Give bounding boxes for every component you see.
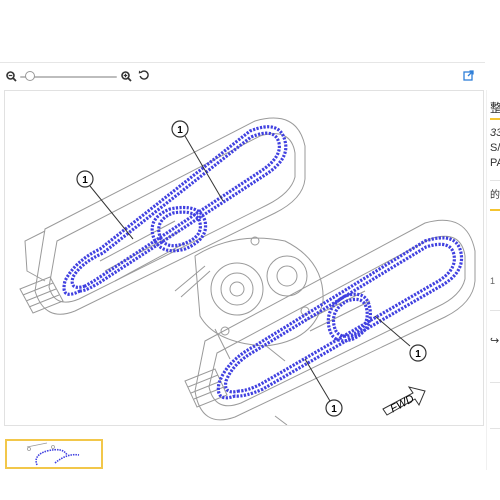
panel-text-line2: S/ (490, 142, 500, 154)
panel-text-line1: 33 (490, 127, 500, 139)
rear-inner-chain-inner (157, 210, 202, 248)
image-toolbar (0, 62, 485, 89)
diagram-thumbnail[interactable] (5, 439, 103, 469)
svg-text:FWD: FWD (388, 393, 416, 415)
open-external-icon[interactable] (463, 70, 474, 83)
panel-item-number: 1 (490, 276, 496, 286)
panel-text-line3: PA (490, 157, 500, 169)
callout-1c[interactable]: 1 (409, 344, 427, 362)
panel-tab[interactable]: 的 (490, 186, 500, 201)
panel-title-underline (490, 118, 500, 120)
svg-text:1: 1 (82, 175, 88, 186)
panel-divider-4 (490, 428, 500, 429)
part-info-panel: 整 33 S/ PA 的 1 ↪ (486, 90, 500, 470)
panel-title: 整 (490, 101, 500, 115)
zoom-in-icon[interactable] (121, 71, 132, 84)
rear-outer-chain (62, 125, 288, 296)
fwd-arrow: FWD (382, 386, 426, 416)
svg-text:1: 1 (331, 404, 337, 415)
zoom-out-icon[interactable] (6, 71, 17, 84)
front-outer-chain-inner (223, 242, 456, 394)
parts-diagram-viewer[interactable]: 1 1 1 1 FWD (4, 90, 484, 426)
callout-1b[interactable]: 1 (76, 170, 94, 188)
exploded-view-diagram: 1 1 1 1 FWD (19, 117, 476, 425)
callout-1a[interactable]: 1 (171, 120, 189, 138)
callout-1d[interactable]: 1 (325, 399, 343, 417)
share-arrow-icon[interactable]: ↪ (490, 334, 499, 347)
zoom-slider-handle[interactable] (25, 71, 35, 81)
svg-text:1: 1 (177, 125, 183, 136)
panel-tab-underline (490, 209, 500, 211)
zoom-slider[interactable] (20, 71, 117, 81)
rear-chain-case (34, 117, 306, 315)
panel-divider-2 (490, 310, 500, 311)
panel-divider-3 (490, 382, 500, 383)
svg-text:1: 1 (415, 349, 421, 360)
center-differential (194, 237, 324, 347)
front-outer-chain (216, 236, 464, 400)
rear-outer-chain-inner (70, 131, 281, 289)
reset-rotate-icon[interactable] (138, 69, 150, 83)
panel-divider (490, 180, 500, 181)
drive-chains (62, 125, 464, 400)
